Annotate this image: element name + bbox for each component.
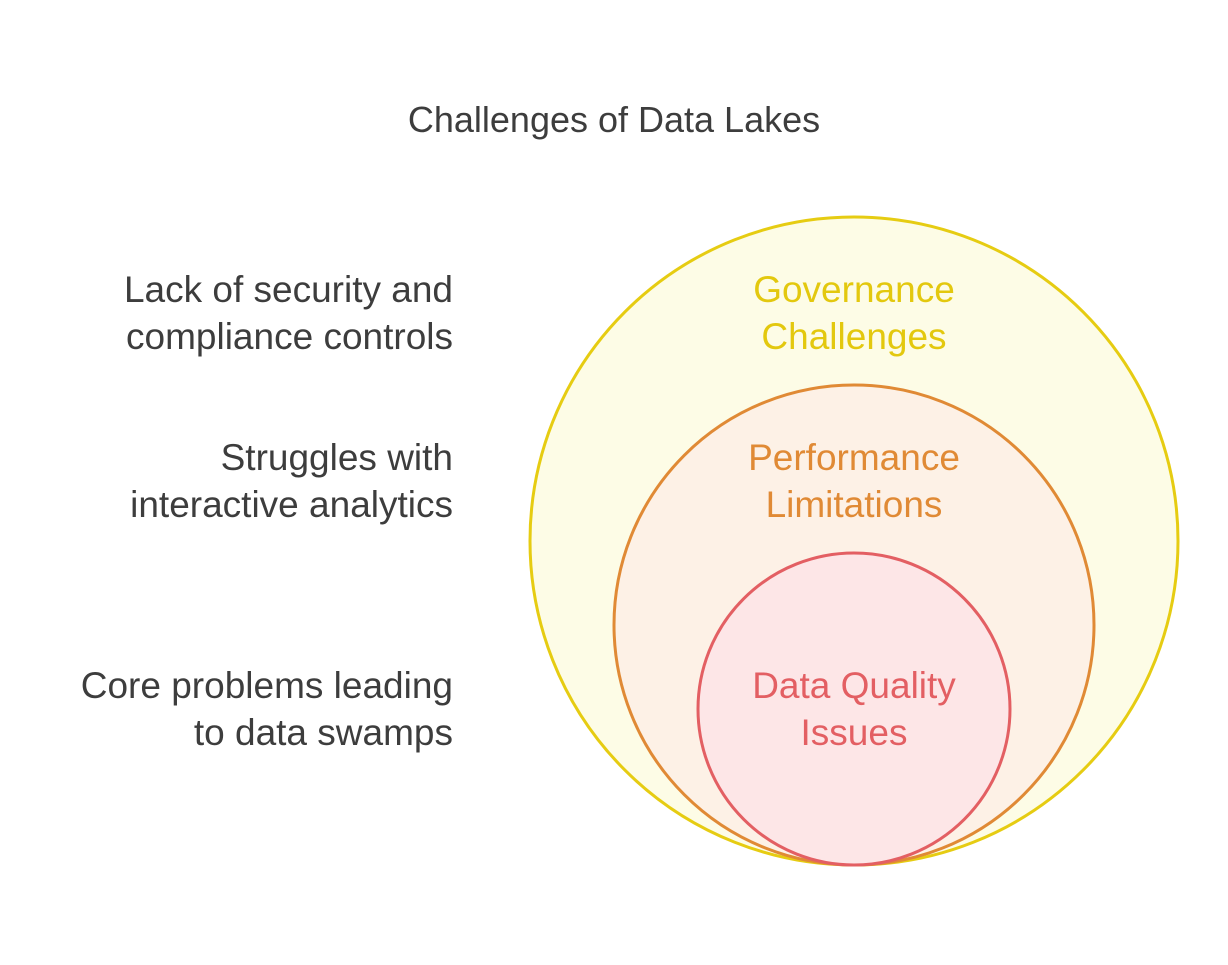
performance-label: Performance Limitations xyxy=(649,434,1059,528)
performance-description-line: Struggles with xyxy=(220,437,453,478)
data-quality-description-line: to data swamps xyxy=(193,712,453,753)
performance-description: Struggles with interactive analytics xyxy=(13,434,453,528)
performance-label-line: Limitations xyxy=(765,484,943,525)
data-quality-description: Core problems leading to data swamps xyxy=(13,662,453,756)
data-quality-description-line: Core problems leading xyxy=(80,665,453,706)
data-quality-label-line: Issues xyxy=(800,712,908,753)
data-quality-label-line: Data Quality xyxy=(752,665,956,706)
governance-label: Governance Challenges xyxy=(649,266,1059,360)
governance-label-line: Challenges xyxy=(761,316,947,357)
governance-label-line: Governance xyxy=(753,269,955,310)
governance-description-line: Lack of security and xyxy=(123,269,453,310)
performance-label-line: Performance xyxy=(748,437,960,478)
performance-description-line: interactive analytics xyxy=(130,484,453,525)
data-quality-label: Data Quality Issues xyxy=(649,662,1059,756)
governance-description-line: compliance controls xyxy=(126,316,453,357)
governance-description: Lack of security and compliance controls xyxy=(13,266,453,360)
